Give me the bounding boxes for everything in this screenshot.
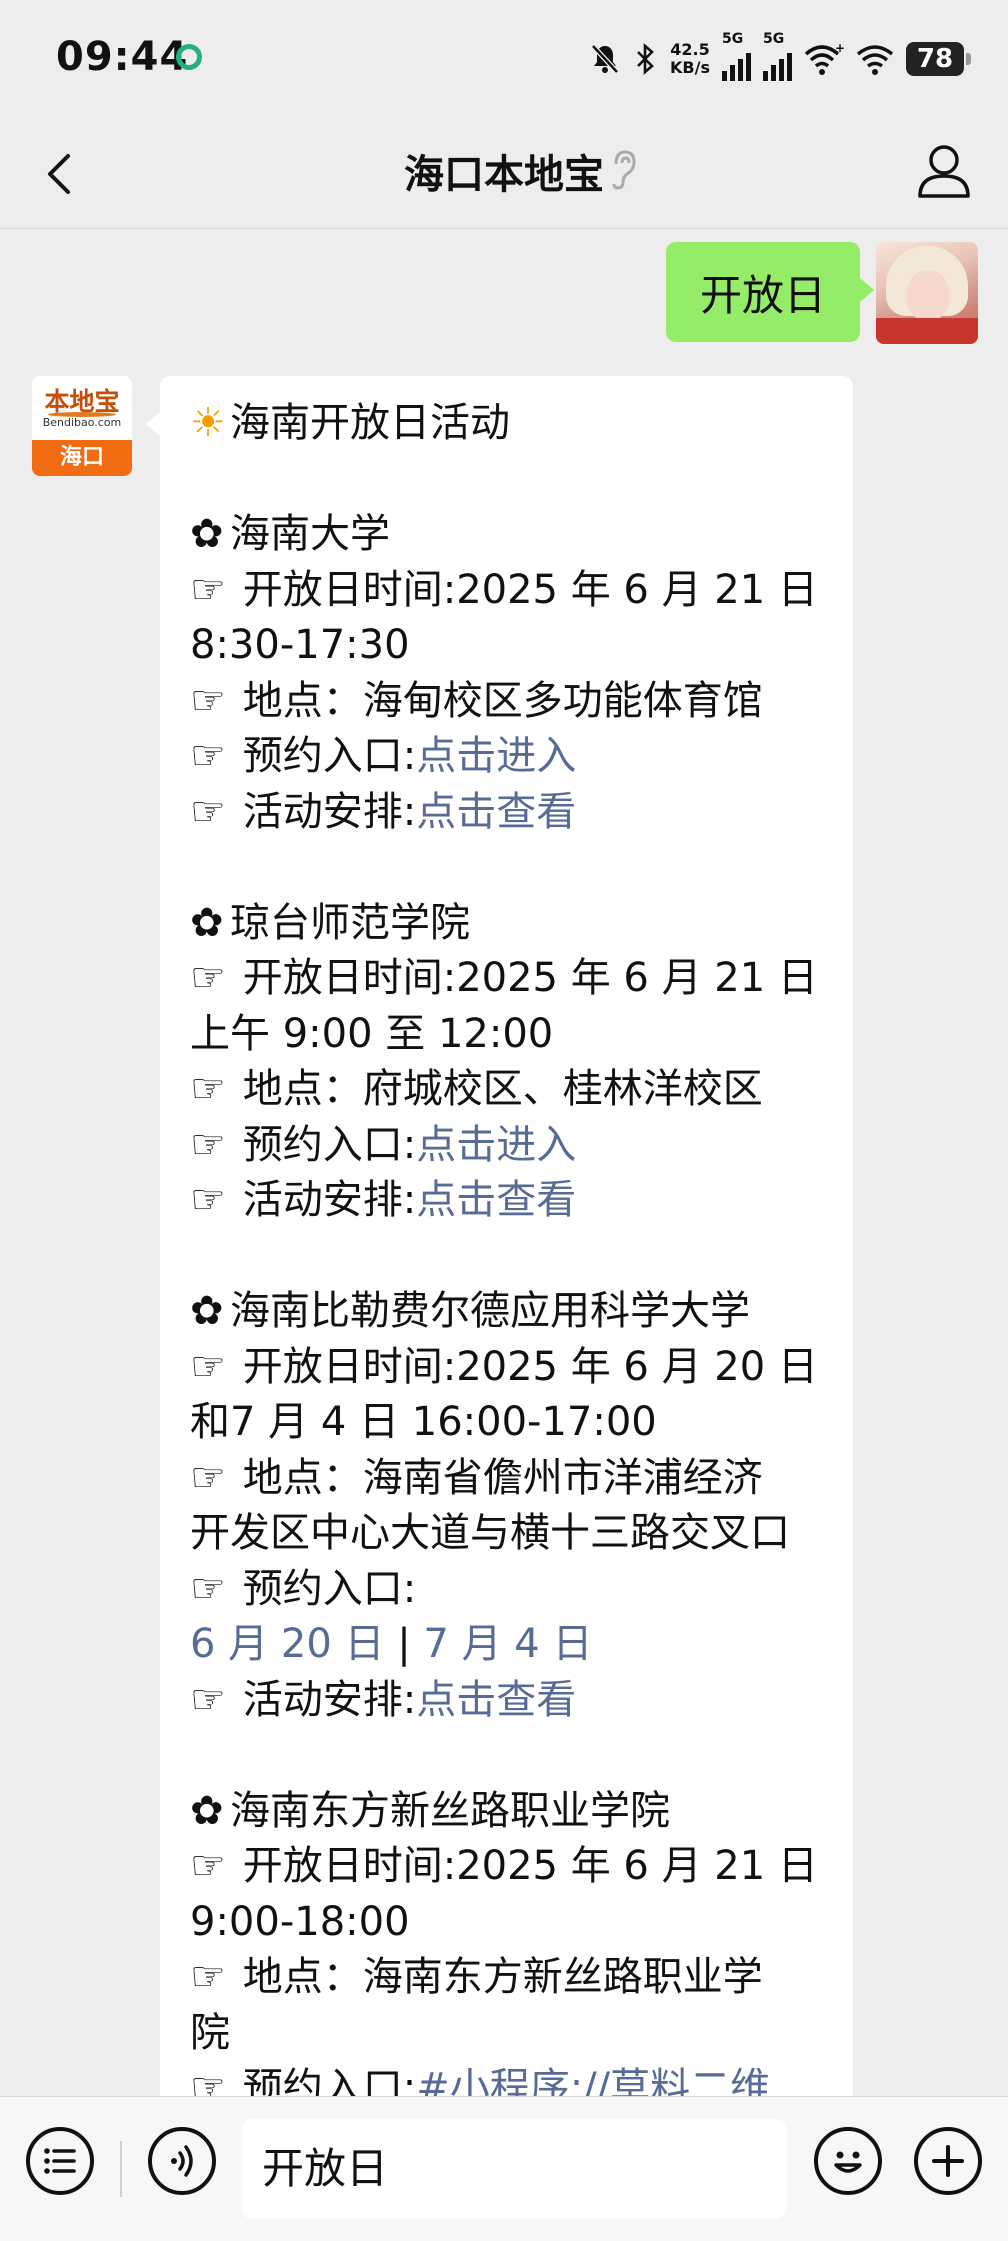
flower-icon: ✿ [190, 511, 224, 557]
mute-bell-icon [591, 44, 619, 74]
reply-message[interactable]: ☀ 海南开放日活动 ✿ 海南大学 ☞ 开放日时间:2025 年 6 月 21 日 8… [146, 376, 853, 2096]
pointer-icon: ☞ [190, 1066, 226, 1112]
reservation-entry: ☞ 预约入口:点击进入 [190, 1118, 823, 1174]
reserve-link[interactable]: 点击进入 [416, 733, 576, 779]
chat-area[interactable]: 开放日 本地宝 Bendibao.com 海口 ☀ 海南开放日活动 ✿ 海南大学 ☞… [0, 228, 1008, 2096]
status-bar: 09:44 42.5 KB/s 5G 5G + 78 [0, 0, 1008, 118]
sent-message-text: 开放日 [699, 270, 826, 320]
app-notification-icon [176, 44, 202, 70]
location: ☞ 地点：海甸校区多功能体育馆 [190, 674, 823, 730]
schedule-link[interactable]: 点击查看 [416, 789, 576, 835]
sim2-label: 5G [763, 31, 785, 47]
pointer-icon: ☞ [190, 1121, 226, 1168]
open-day-time-cont: 9:00-18:00 [190, 1898, 410, 1945]
pointer-icon: ☞ [190, 677, 226, 724]
bot-avatar-city: 海口 [32, 440, 132, 476]
cell-signal-icon-1: 5G [722, 31, 751, 81]
cell-signal-icon-2: 5G [763, 31, 792, 81]
sim1-label: 5G [722, 31, 744, 47]
reserve-link-june-20[interactable]: 6 月 20 日 [190, 1621, 385, 1667]
open-day-time: ☞ 开放日时间:2025 年 6 月 21 日 [190, 563, 823, 619]
network-speed-value: 42.5 [670, 40, 710, 59]
pointer-icon: ☞ [190, 733, 226, 779]
pointer-icon: ☞ [190, 1954, 226, 2000]
wifi-icon [856, 45, 894, 75]
pointer-icon: ☞ [190, 1565, 226, 1612]
school-name: ✿ 海南东方新丝路职业学院 [190, 1784, 823, 1840]
location: ☞ 地点：海南东方新丝路职业学 [190, 1950, 823, 2006]
reserve-separator: | [397, 1621, 411, 1667]
pointer-icon: ☞ [190, 566, 226, 613]
open-day-time: ☞ 开放日时间:2025 年 6 月 21 日 [190, 951, 823, 1007]
voice-button[interactable] [148, 2127, 216, 2195]
reply-heading: ☀ 海南开放日活动 [190, 396, 823, 452]
reservation-entry: ☞ 预约入口:点击进入 [190, 729, 823, 785]
flower-icon: ✿ [190, 1288, 224, 1334]
message-input[interactable]: 开放日 [242, 2119, 786, 2219]
location-cont: 院 [190, 2009, 230, 2056]
open-day-time: ☞ 开放日时间:2025 年 6 月 21 日 [190, 1839, 823, 1895]
open-day-time: ☞ 开放日时间:2025 年 6 月 20 日 [190, 1340, 823, 1396]
network-speed-unit: KB/s [670, 58, 710, 77]
profile-icon[interactable] [916, 142, 972, 202]
my-avatar[interactable] [876, 242, 978, 344]
emoji-button[interactable] [814, 2127, 882, 2195]
school-name: ✿ 琼台师范学院 [190, 896, 823, 952]
bot-avatar-logo-sub: Bendibao.com [42, 416, 122, 429]
pointer-icon: ☞ [190, 1843, 226, 1889]
location-cont: 开发区中心大道与横十三路交叉口 [190, 1510, 790, 1556]
input-bar: 开放日 [0, 2096, 1008, 2241]
location: ☞ 地点：海南省儋州市洋浦经济 [190, 1451, 823, 1507]
voice-icon [171, 2145, 193, 2177]
open-day-time-cont: 和7 月 4 日 16:00-17:00 [190, 1399, 657, 1445]
open-day-time-cont: 上午 9:00 至 12:00 [190, 1010, 554, 1057]
activity-schedule: ☞ 活动安排:点击查看 [190, 785, 823, 841]
location: ☞ 地点：府城校区、桂林洋校区 [190, 1062, 823, 1118]
pointer-icon: ☞ [190, 1343, 226, 1390]
emoji-smile-icon [834, 2151, 862, 2173]
wifi-plus-icon: + [804, 42, 844, 75]
earpiece-mode-icon [612, 150, 636, 190]
menu-list-icon [44, 2148, 76, 2174]
more-button[interactable] [914, 2127, 982, 2195]
open-day-time-cont: 8:30-17:30 [190, 622, 410, 668]
sent-message[interactable]: 开放日 [665, 242, 875, 342]
divider [120, 2141, 122, 2197]
pointer-icon: ☞ [190, 1676, 226, 1723]
schedule-link[interactable]: 点击查看 [416, 1677, 576, 1723]
mini-program-link[interactable]: #小程序://草料二维 [416, 2065, 770, 2096]
pointer-icon: ☞ [190, 788, 226, 835]
svg-text:+: + [835, 42, 844, 55]
reservation-dates: 6 月 20 日 | 7 月 4 日 [190, 1617, 823, 1673]
school-name: ✿ 海南比勒费尔德应用科学大学 [190, 1284, 823, 1340]
pointer-icon: ☞ [190, 955, 226, 1001]
bluetooth-icon [637, 43, 654, 75]
flower-icon: ✿ [190, 1787, 224, 1834]
status-time: 09:44 [56, 34, 189, 80]
flower-icon: ✿ [190, 899, 224, 946]
activity-schedule: ☞ 活动安排:点击查看 [190, 1673, 823, 1729]
battery-icon: 78 [906, 42, 971, 76]
reservation-entry: ☞ 预约入口:#小程序://草料二维 [190, 2061, 823, 2096]
reservation-entry: ☞ 预约入口: [190, 1562, 823, 1618]
chat-title: 海口本地宝 [404, 152, 604, 198]
reserve-link[interactable]: 点击进入 [416, 1122, 576, 1168]
bot-avatar[interactable]: 本地宝 Bendibao.com 海口 [32, 376, 132, 476]
chat-header: 海口本地宝 [0, 118, 1008, 229]
schedule-link[interactable]: 点击查看 [416, 1177, 576, 1223]
menu-button[interactable] [26, 2127, 94, 2195]
plus-icon [932, 2145, 964, 2177]
status-icons: 42.5 KB/s 5G 5G + 78 [588, 31, 971, 82]
pointer-icon: ☞ [190, 1177, 226, 1223]
pointer-icon: ☞ [190, 1454, 226, 1501]
school-name: ✿ 海南大学 [190, 507, 823, 563]
sun-icon: ☀ [190, 400, 226, 446]
network-speed: 42.5 KB/s [670, 41, 710, 77]
pointer-icon: ☞ [190, 2065, 226, 2096]
activity-schedule: ☞ 活动安排:点击查看 [190, 1173, 823, 1229]
reserve-link-july-4[interactable]: 7 月 4 日 [423, 1621, 592, 1667]
